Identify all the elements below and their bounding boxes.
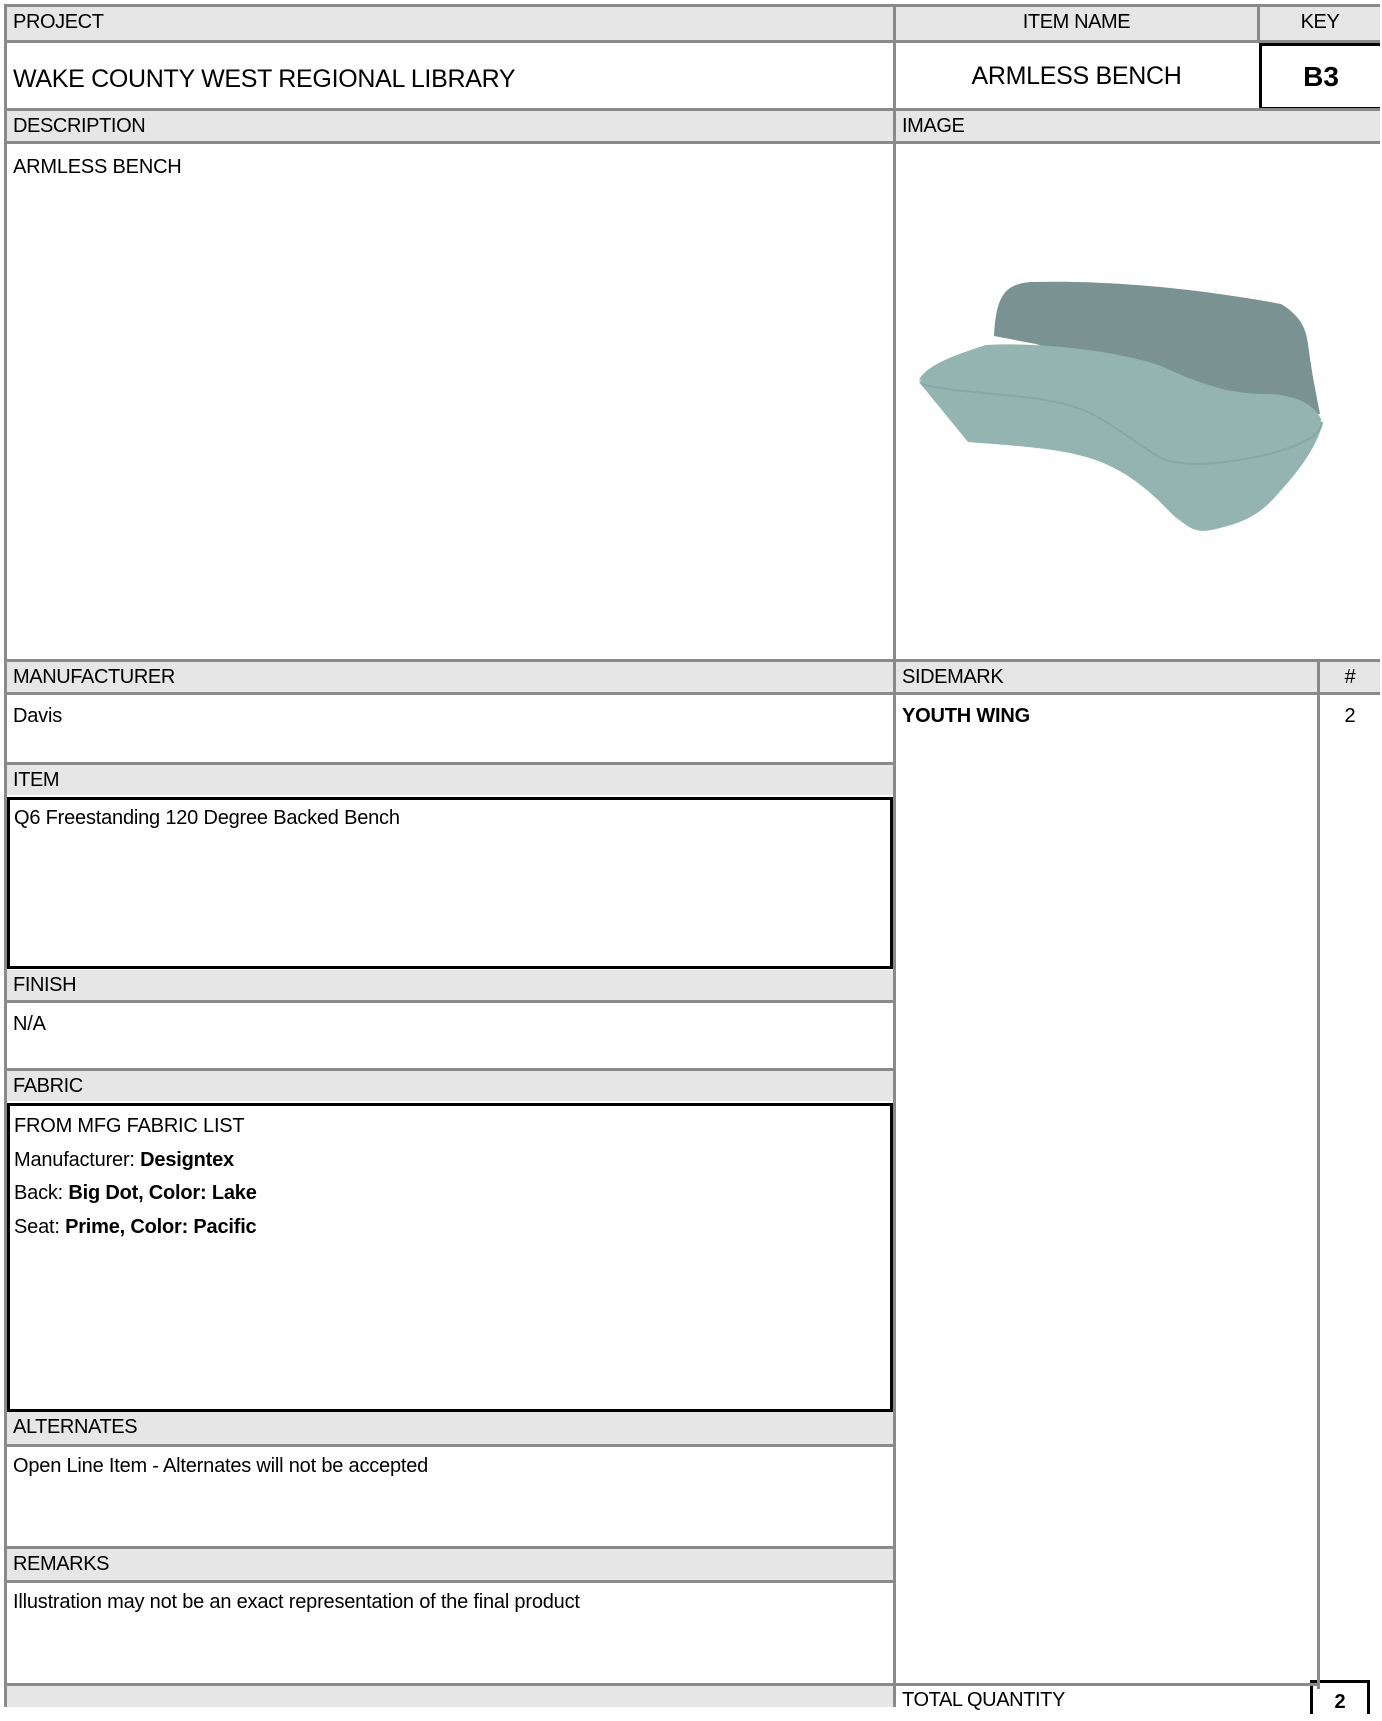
rule (7, 40, 1380, 43)
bench-illustration (919, 281, 1323, 531)
spec-sheet: PROJECT ITEM NAME KEY WAKE COUNTY WEST R… (4, 4, 1380, 1714)
rule (7, 1683, 1317, 1686)
rule (7, 762, 896, 765)
rule (7, 1546, 896, 1549)
quantity-number-header: # (1320, 662, 1380, 692)
rule (4, 4, 7, 1707)
rule (7, 1000, 896, 1003)
rule (7, 141, 1380, 144)
total-quantity-header: TOTAL QUANTITY (902, 1689, 1065, 1711)
item-header: ITEM (7, 765, 893, 795)
rule (7, 659, 1380, 662)
fabric-header: FABRIC (7, 1071, 893, 1101)
fabric-source: FROM MFG FABRIC LIST (14, 1115, 245, 1137)
item-box: Q6 Freestanding 120 Degree Backed Bench (7, 797, 893, 969)
item-value: Q6 Freestanding 120 Degree Backed Bench (14, 807, 400, 829)
item-name: ARMLESS BENCH (971, 62, 1182, 90)
key-box: B3 (1259, 43, 1380, 110)
key-header: KEY (1260, 7, 1380, 40)
project-name: WAKE COUNTY WEST REGIONAL LIBRARY (13, 65, 516, 93)
rule (1317, 659, 1320, 1689)
rule (7, 4, 1380, 7)
rule (1257, 4, 1260, 43)
fabric-back: Back: Big Dot, Color: Lake (14, 1182, 257, 1204)
finish-header: FINISH (7, 970, 893, 1000)
remarks-header: REMARKS (7, 1549, 893, 1580)
alternates-value: Open Line Item - Alternates will not be … (13, 1455, 429, 1477)
key-value: B3 (1303, 61, 1339, 92)
sidemark-header: SIDEMARK (896, 662, 1317, 692)
fabric-seat: Seat: Prime, Color: Pacific (14, 1215, 257, 1238)
rule (7, 1444, 896, 1447)
rule (7, 1068, 896, 1071)
description-value: ARMLESS BENCH (13, 156, 182, 178)
project-header: PROJECT (7, 7, 893, 40)
alternates-header: ALTERNATES (7, 1412, 893, 1444)
total-quantity-value: 2 (1334, 1691, 1346, 1713)
rule (7, 692, 1380, 695)
description-header: DESCRIPTION (7, 111, 893, 141)
remarks-value: Illustration may not be an exact represe… (13, 1591, 580, 1613)
sidemark-value: YOUTH WING (902, 705, 1030, 727)
rule (893, 4, 896, 1707)
item-name-header: ITEM NAME (896, 7, 1257, 40)
manufacturer-header: MANUFACTURER (7, 662, 893, 692)
fabric-box: FROM MFG FABRIC LIST Manufacturer: Desig… (7, 1103, 893, 1412)
sidemark-quantity: 2 (1344, 705, 1356, 727)
footer-blank (7, 1686, 893, 1707)
image-header: IMAGE (896, 111, 1380, 141)
manufacturer-value: Davis (13, 705, 63, 727)
finish-value: N/A (13, 1013, 46, 1035)
rule (7, 108, 1380, 111)
rule (7, 1580, 896, 1583)
fabric-manufacturer: Manufacturer: Designtex (14, 1148, 234, 1171)
